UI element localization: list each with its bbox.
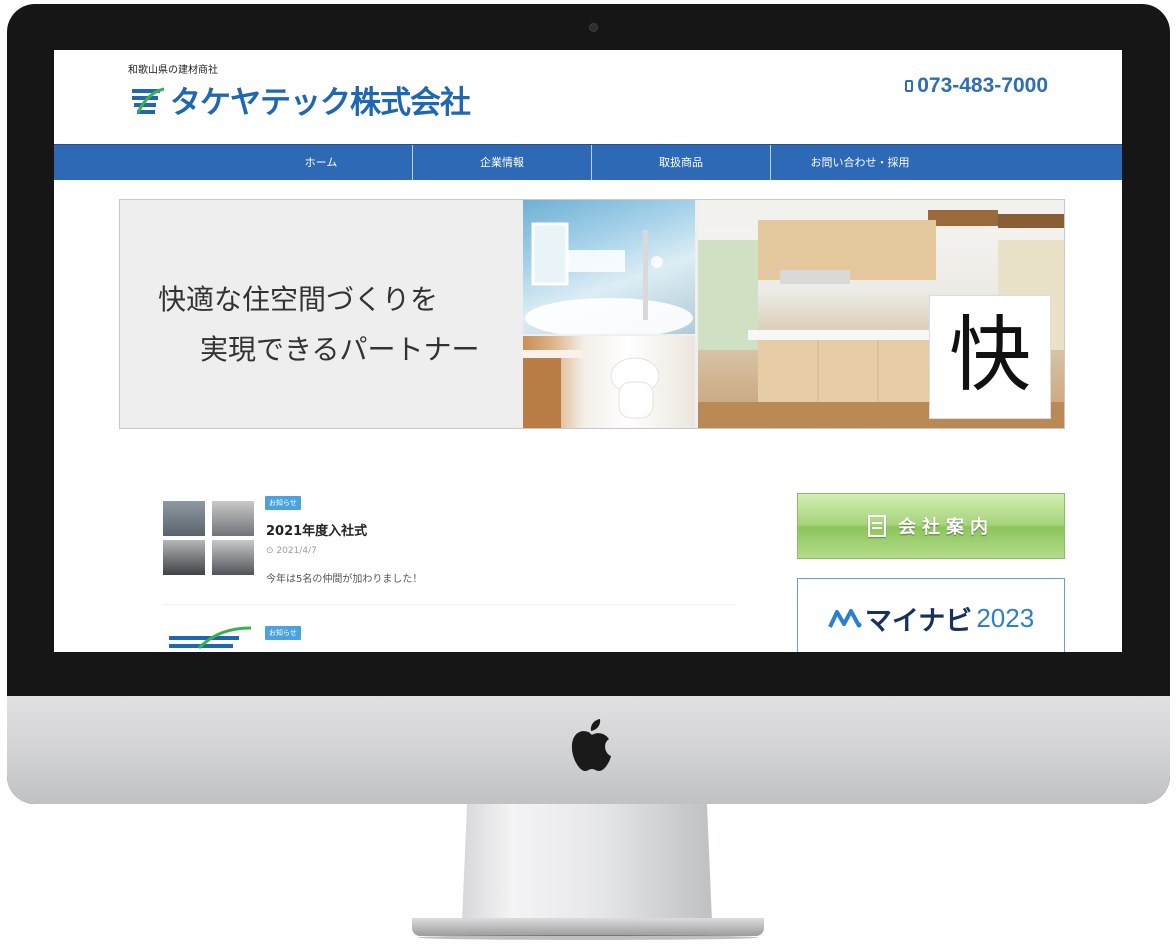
- post-thumbnail[interactable]: [212, 501, 254, 536]
- nav-home[interactable]: ホーム: [231, 145, 411, 180]
- post-date-text: 2021/4/7: [276, 546, 317, 556]
- main-navigation: ホーム 企業情報 取扱商品 お問い合わせ・採用: [54, 144, 1122, 180]
- clock-icon: ⊙: [266, 546, 277, 556]
- mynavi-year: 2023: [976, 602, 1035, 633]
- nav-company[interactable]: 企業情報: [413, 145, 591, 180]
- screen: 和歌山県の建材商社 タケヤテック株式会社 073-483-7000 ホーム 企業…: [54, 50, 1122, 652]
- post-title[interactable]: 2021年度入社式: [266, 520, 367, 539]
- imac-stand-foot: [412, 918, 764, 936]
- post-thumbnail[interactable]: [212, 540, 254, 575]
- hero-headline-line2: 実現できるパートナー: [200, 333, 480, 366]
- toilet-photo: [523, 336, 695, 428]
- post-date: ⊙ 2021/4/7: [266, 546, 317, 556]
- company-guide-button[interactable]: 会社案内: [797, 493, 1065, 559]
- kanji-tile: 快: [929, 295, 1051, 419]
- nav-contact-recruit[interactable]: お問い合わせ・採用: [771, 145, 949, 180]
- stand-shadow: [418, 935, 758, 940]
- mynavi-name: マイナビ: [864, 605, 973, 637]
- phone-text: 073-483-7000: [917, 74, 1048, 97]
- hero-headline-line1: 快適な住空間づくりを: [158, 283, 439, 316]
- mynavi-banner[interactable]: マイナビ 2023: [797, 578, 1065, 652]
- site-logo[interactable]: タケヤテック株式会社: [128, 83, 471, 123]
- mynavi-logo-icon: [828, 609, 862, 628]
- post-thumbnail[interactable]: [169, 624, 259, 652]
- site-tagline: 和歌山県の建材商社: [128, 65, 218, 76]
- post-excerpt: 今年は5名の仲間が加わりました！: [266, 574, 423, 585]
- hero-banner: 快適な住空間づくりを 実現できるパートナー 快: [119, 199, 1065, 429]
- document-icon: [868, 515, 886, 537]
- category-badge[interactable]: お知らせ: [265, 626, 301, 640]
- post-thumbnail[interactable]: [163, 501, 205, 536]
- phone-number[interactable]: 073-483-7000: [905, 74, 1048, 98]
- logo-mark-icon: [128, 83, 168, 123]
- phone-icon: [905, 80, 914, 92]
- post-thumbnail[interactable]: [163, 540, 205, 575]
- post-divider: [162, 604, 736, 605]
- category-badge[interactable]: お知らせ: [265, 496, 301, 510]
- logo-wordmark: タケヤテック株式会社: [170, 85, 471, 120]
- nav-products[interactable]: 取扱商品: [592, 145, 770, 180]
- apple-logo-icon: [571, 719, 611, 771]
- bathroom-photo: [523, 200, 695, 334]
- imac-stand: [462, 804, 712, 922]
- camera-icon: [589, 23, 598, 32]
- company-guide-label: 会社案内: [898, 517, 994, 538]
